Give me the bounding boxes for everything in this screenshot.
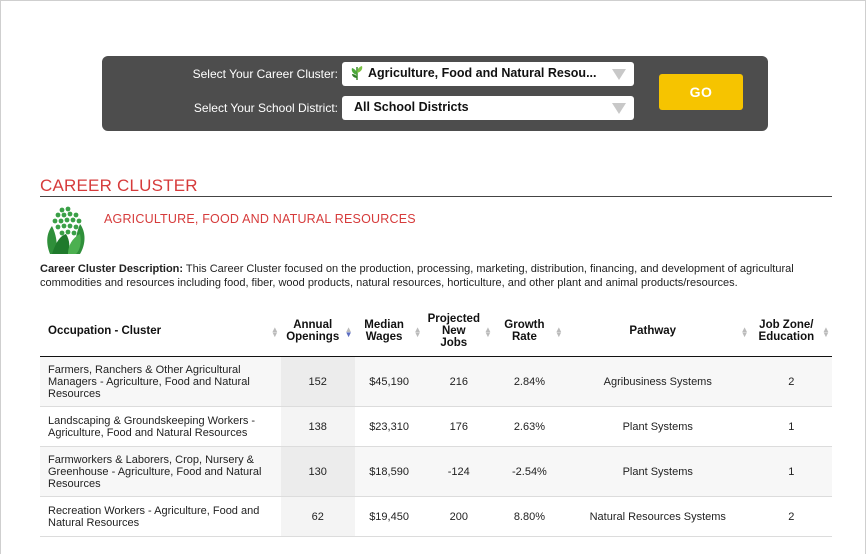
- occupation-cell: Farmers, Ranchers & Other Agricultural M…: [40, 356, 281, 407]
- job-zone-cell: 2: [750, 496, 832, 537]
- sort-descending-icon: ▲ ▼: [344, 325, 353, 339]
- pathway-cell: Plant Systems: [564, 446, 751, 497]
- heading-divider: [40, 196, 832, 197]
- median-wages-cell: $45,190: [354, 356, 424, 407]
- career-cluster-value: Agriculture, Food and Natural Resou...: [368, 66, 597, 80]
- growth-rate-cell: 2.63%: [493, 406, 565, 447]
- annual-openings-cell: 130: [280, 446, 355, 497]
- corn-icon: [47, 206, 85, 254]
- job-zone-cell: 2: [750, 356, 832, 407]
- section-heading: CAREER CLUSTER: [40, 176, 198, 195]
- median-wages-cell: $19,450: [354, 496, 424, 537]
- annual-openings-cell: 152: [280, 356, 355, 407]
- annual-openings-cell: 62: [280, 496, 355, 537]
- pathway-cell: Plant Systems: [564, 406, 751, 447]
- column-header-job-zone[interactable]: Job Zone/ Education ▲ ▼: [750, 306, 832, 357]
- sort-icon: ▲ ▼: [822, 325, 830, 339]
- projected-new-jobs-cell: 176: [423, 406, 494, 447]
- occupation-cell: Farmworkers & Laborers, Crop, Nursery & …: [40, 446, 281, 497]
- projected-new-jobs-cell: 216: [423, 356, 494, 407]
- table-row: Farmers, Ranchers & Other Agricultural M…: [40, 356, 832, 407]
- table-row: Farmworkers & Laborers, Crop, Nursery & …: [40, 446, 832, 497]
- leaf-icon: [351, 66, 363, 80]
- occupation-cell: Recreation Workers - Agriculture, Food a…: [40, 496, 281, 537]
- occupation-table: Occupation - Cluster ▲ ▼ Annual Openings …: [40, 306, 832, 537]
- projected-new-jobs-cell: 200: [423, 496, 494, 537]
- median-wages-cell: $18,590: [354, 446, 424, 497]
- career-cluster-dropdown[interactable]: Agriculture, Food and Natural Resou...: [342, 62, 634, 86]
- pathway-cell: Natural Resources Systems: [564, 496, 751, 537]
- cluster-name: AGRICULTURE, FOOD AND NATURAL RESOURCES: [104, 212, 416, 226]
- table-row: Recreation Workers - Agriculture, Food a…: [40, 496, 832, 537]
- column-header-annual-openings[interactable]: Annual Openings ▲ ▼: [280, 306, 355, 357]
- career-cluster-label: Select Your Career Cluster:: [192, 67, 338, 81]
- school-district-dropdown[interactable]: All School Districts: [342, 96, 634, 120]
- growth-rate-cell: 8.80%: [493, 496, 565, 537]
- median-wages-cell: $23,310: [354, 406, 424, 447]
- go-button[interactable]: GO: [659, 74, 743, 110]
- projected-new-jobs-cell: -124: [423, 446, 494, 497]
- chevron-down-icon: [612, 103, 626, 114]
- column-header-median-wages[interactable]: Median Wages ▲ ▼: [354, 306, 424, 357]
- chevron-down-icon: [612, 69, 626, 80]
- sort-icon: ▲ ▼: [483, 325, 492, 339]
- sort-icon: ▲ ▼: [270, 325, 279, 339]
- column-header-occupation[interactable]: Occupation - Cluster ▲ ▼: [40, 306, 281, 357]
- job-zone-cell: 1: [750, 446, 832, 497]
- growth-rate-cell: 2.84%: [493, 356, 565, 407]
- column-header-projected-new-jobs[interactable]: Projected New Jobs ▲ ▼: [423, 306, 494, 357]
- school-district-label: Select Your School District:: [193, 101, 338, 115]
- job-zone-cell: 1: [750, 406, 832, 447]
- school-district-value: All School Districts: [354, 100, 469, 114]
- sort-icon: ▲ ▼: [554, 325, 563, 339]
- column-header-pathway[interactable]: Pathway ▲ ▼: [564, 306, 751, 357]
- column-header-growth-rate[interactable]: Growth Rate ▲ ▼: [493, 306, 565, 357]
- cluster-selector-panel: Select Your Career Cluster: Agriculture,…: [102, 56, 768, 131]
- table-row: Landscaping & Groundskeeping Workers - A…: [40, 406, 832, 447]
- annual-openings-cell: 138: [280, 406, 355, 447]
- occupation-cell: Landscaping & Groundskeeping Workers - A…: [40, 406, 281, 447]
- pathway-cell: Agribusiness Systems: [564, 356, 751, 407]
- sort-icon: ▲ ▼: [413, 325, 422, 339]
- description-label: Career Cluster Description:: [40, 263, 184, 275]
- sort-icon: ▲ ▼: [740, 325, 749, 339]
- cluster-description: Career Cluster Description: This Career …: [40, 262, 830, 290]
- growth-rate-cell: -2.54%: [493, 446, 565, 497]
